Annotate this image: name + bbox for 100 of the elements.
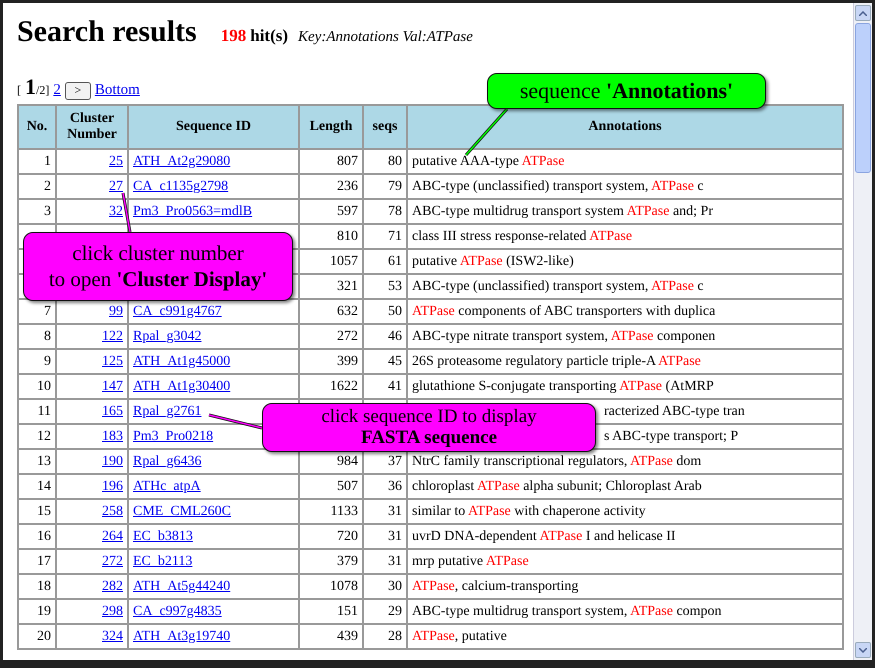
length-cell: 272	[337, 328, 358, 344]
seqs-cell: 50	[388, 304, 402, 318]
cluster-link[interactable]: 298	[102, 604, 123, 618]
cluster-link[interactable]: 147	[102, 378, 123, 394]
annotation-text: racterized ABC-type tran	[604, 404, 745, 418]
column-header: seqs	[372, 119, 398, 134]
seqs-cell: 36	[388, 478, 402, 494]
row-number: 1	[44, 154, 51, 168]
annotation-text: similar to ATPase with chaperone activity	[412, 504, 646, 518]
annotation-text: ATPase, putative	[412, 628, 507, 644]
cluster-link[interactable]: 258	[102, 504, 123, 518]
length-cell: 597	[337, 204, 358, 218]
annotation-text: ABC-type (unclassified) transport system, ATPase c	[412, 178, 704, 194]
seqs-cell: 46	[388, 328, 402, 344]
annotation-text: 26S proteasome regulatory particle triple-A ATPase	[412, 354, 701, 368]
cluster-link[interactable]: 122	[102, 328, 123, 344]
row-number: 16	[37, 528, 51, 544]
leader-line	[122, 192, 132, 232]
annotation-text: ABC-type multidrug transport system ATPase and; Pr	[412, 204, 713, 218]
row-number: 3	[44, 204, 51, 218]
length-cell: 632	[337, 304, 358, 318]
page-title: Search results	[17, 15, 197, 49]
annotation-text: ABC-type (unclassified) transport system, ATPase c	[412, 278, 704, 294]
column-header: Sequence ID	[176, 119, 252, 134]
cluster-link[interactable]: 272	[102, 554, 123, 568]
seqs-cell: 30	[388, 578, 402, 594]
cluster-link[interactable]: 99	[109, 304, 123, 318]
seqs-cell: 37	[388, 454, 402, 468]
row-number: 11	[38, 404, 51, 418]
row-number: 13	[37, 454, 51, 468]
annotation-text: class III stress response-related ATPase	[412, 228, 632, 244]
scrollbar-thumb[interactable]	[855, 23, 871, 173]
cluster-link[interactable]: 27	[109, 178, 123, 194]
page-bracket: [	[17, 83, 21, 98]
page-link[interactable]: 2	[53, 82, 61, 99]
length-cell: 321	[337, 278, 358, 294]
cluster-link[interactable]: 324	[102, 628, 123, 644]
annotation-text: ATPase, calcium-transporting	[412, 578, 578, 594]
annotation-text: uvrD DNA-dependent ATPase I and helicase II	[412, 528, 676, 544]
row-number: 10	[37, 378, 51, 394]
length-cell: 236	[337, 178, 358, 194]
seqs-cell: 41	[388, 378, 402, 394]
annotation-text: ATPase components of ABC transporters with duplica	[412, 304, 716, 318]
cluster-link[interactable]: 25	[109, 154, 123, 168]
seqs-cell: 79	[388, 178, 402, 194]
length-cell: 807	[337, 154, 358, 168]
search-query: Key:Annotations Val:ATPase	[298, 29, 473, 46]
next-page-button[interactable]: >	[64, 82, 91, 100]
length-cell: 507	[337, 478, 358, 494]
column-header: Annotations	[588, 119, 662, 134]
row-number: 15	[37, 504, 51, 518]
scroll-up-button[interactable]	[855, 5, 871, 21]
cluster-link[interactable]: 282	[102, 578, 123, 594]
current-page: 1	[25, 74, 36, 100]
cluster-link[interactable]: 183	[102, 428, 123, 444]
length-cell: 984	[337, 454, 358, 468]
column-header: No.	[26, 119, 48, 134]
seqs-cell: 53	[388, 278, 402, 294]
cluster-link[interactable]: 264	[102, 528, 123, 544]
cluster-link[interactable]: 165	[102, 404, 123, 418]
annotation-text: chloroplast ATPase alpha subunit; Chloroplast Arab	[412, 478, 702, 494]
seqs-cell: 61	[388, 254, 402, 268]
bottom-link[interactable]: Bottom	[94, 82, 140, 99]
scroll-down-button[interactable]	[855, 642, 871, 658]
column-header: Cluster Number	[67, 111, 117, 142]
caret-down-icon	[859, 648, 867, 652]
annotation-text: putative ATPase (ISW2-like)	[412, 254, 574, 268]
length-cell: 1057	[330, 254, 358, 268]
row-number: 9	[44, 354, 51, 368]
length-cell: 151	[337, 604, 358, 618]
callout-note: click sequence ID to display FASTA sequence	[262, 403, 596, 452]
row-number: 14	[37, 478, 51, 494]
length-cell: 439	[337, 628, 358, 644]
seqs-cell: 80	[388, 154, 402, 168]
leader-line	[208, 414, 262, 430]
seqs-cell: 31	[388, 528, 402, 544]
length-cell: 399	[337, 354, 358, 368]
cluster-link[interactable]: 196	[102, 478, 123, 494]
seqs-cell: 45	[388, 354, 402, 368]
hit-count: 198	[220, 26, 246, 46]
hits-label: hit(s)	[250, 26, 288, 46]
length-cell: 1133	[330, 504, 358, 518]
seqs-cell: 71	[388, 228, 402, 244]
seqs-cell: 28	[388, 628, 402, 644]
row-number: 12	[37, 428, 51, 444]
length-cell: 810	[337, 228, 358, 244]
cluster-link[interactable]: 125	[102, 354, 123, 368]
annotation-text: putative AAA-type ATPase	[412, 154, 564, 168]
column-header: Length	[310, 119, 352, 134]
cluster-link[interactable]: 32	[109, 204, 123, 218]
annotation-text: mrp putative ATPase	[412, 554, 529, 568]
row-number: 19	[37, 604, 51, 618]
seqs-cell: 29	[388, 604, 402, 618]
cluster-link[interactable]: 190	[102, 454, 123, 468]
leader-line	[464, 108, 508, 156]
annotation-text: s ABC-type transport; P	[604, 428, 738, 444]
callout-note: sequence 'Annotations'	[487, 73, 766, 109]
length-cell: 1622	[330, 378, 358, 394]
seqs-cell: 31	[388, 504, 402, 518]
annotation-text: NtrC family transcriptional regulators, ATPase dom	[412, 454, 702, 468]
